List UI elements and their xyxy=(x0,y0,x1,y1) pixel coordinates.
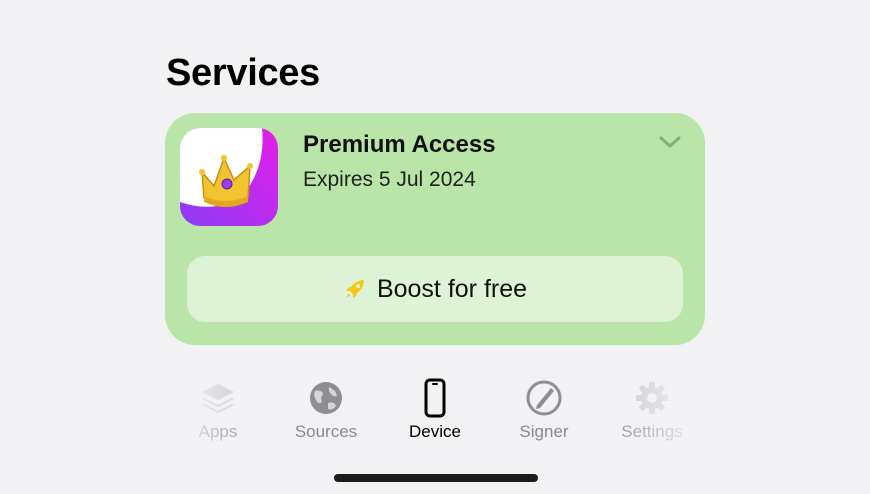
chevron-down-icon[interactable] xyxy=(658,134,682,150)
crown-icon xyxy=(180,128,278,226)
boost-button[interactable]: Boost for free xyxy=(187,256,683,322)
page-title: Services xyxy=(166,52,320,94)
tab-apps[interactable]: Apps xyxy=(168,378,268,442)
subscription-card[interactable]: Premium Access Expires 5 Jul 2024 Boost … xyxy=(165,113,705,345)
globe-icon xyxy=(310,382,342,414)
tab-label: Settings xyxy=(621,422,683,441)
tab-settings[interactable]: Settings xyxy=(602,378,702,442)
plan-expiry: Expires 5 Jul 2024 xyxy=(303,168,476,191)
tab-device[interactable]: Device xyxy=(385,378,485,442)
stack-icon xyxy=(202,384,234,413)
boost-label: Boost for free xyxy=(376,274,528,303)
tab-label: Sources xyxy=(294,422,358,441)
tab-label: Device xyxy=(409,422,461,441)
gear-icon xyxy=(636,382,668,414)
tab-label: Apps xyxy=(198,422,238,441)
tab-sources[interactable]: Sources xyxy=(276,378,376,442)
smartphone-icon xyxy=(424,378,446,418)
plan-name: Premium Access xyxy=(303,131,496,158)
tab-label: Signer xyxy=(519,422,569,441)
tab-signer[interactable]: Signer xyxy=(494,378,594,442)
pen-signature-icon xyxy=(526,380,562,416)
rocket-icon xyxy=(345,280,364,298)
home-indicator[interactable] xyxy=(334,474,538,482)
